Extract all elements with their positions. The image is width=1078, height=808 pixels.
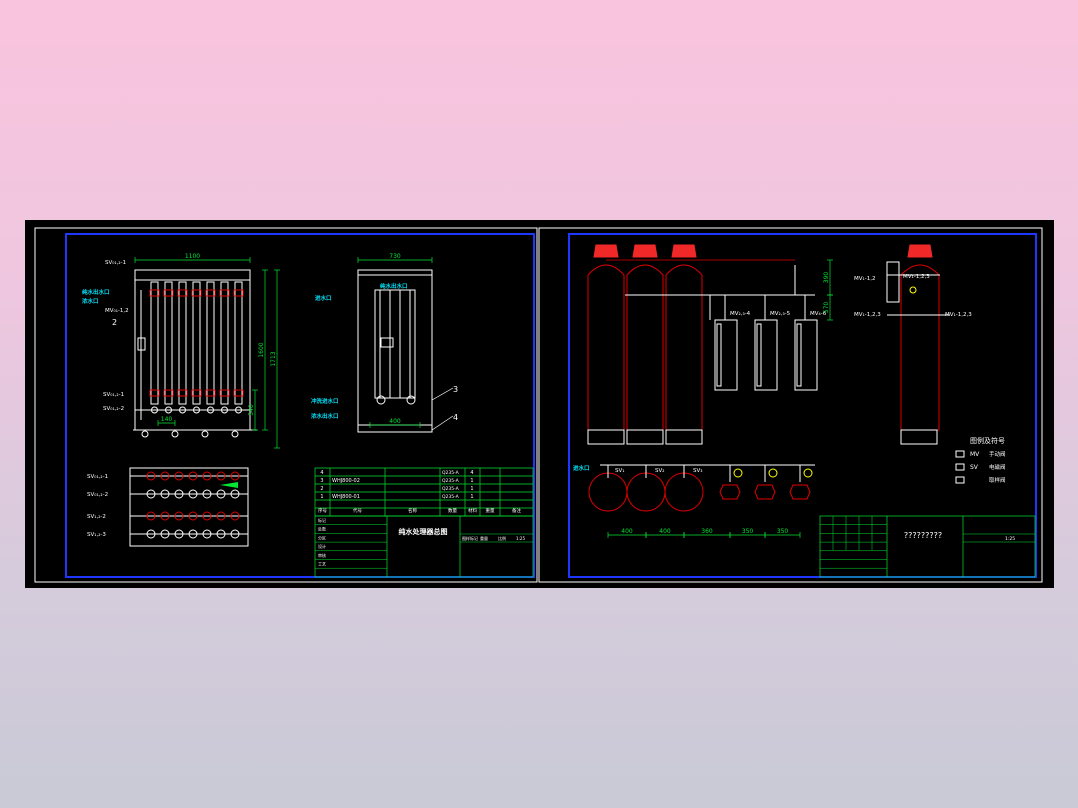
outlet-top-label: 纯水出水口	[380, 282, 408, 290]
drain-label: 浓水口	[82, 297, 99, 305]
right-scale: 1:25	[1005, 536, 1015, 542]
plan-inlet-label: 进水口	[573, 464, 590, 472]
legend-text: 电磁阀	[989, 463, 1006, 471]
side-mv-label: MV₁-1,2,3	[903, 274, 930, 280]
plan-label: SV₀₁,₂-2	[87, 492, 108, 498]
row-no: 1	[320, 494, 323, 500]
legend-title: 图例及符号	[970, 436, 1005, 445]
plan-sv3: SV₃	[693, 468, 702, 474]
dim-width: 1100	[185, 253, 200, 260]
dim-total-height: 1713	[270, 351, 277, 366]
row-material: Q235-A	[442, 494, 460, 500]
vessel-cap	[593, 244, 619, 258]
plan-label: SV₁,₂-3	[87, 532, 106, 538]
dim-side-base: 400	[389, 418, 401, 425]
row-code: WHJ800-02	[332, 478, 360, 484]
callout-2: 2	[112, 318, 117, 327]
title-cell: 1:25	[516, 536, 525, 541]
row-qty: 1	[470, 478, 473, 484]
sign-cell: 分区	[318, 534, 326, 540]
drain-out-label: 浓水出水口	[311, 412, 339, 420]
row-material: Q235-A	[442, 478, 460, 484]
plan-sv2: SV₂	[655, 468, 664, 474]
sv-top-label: SV₀₁,₂-1	[105, 260, 126, 266]
plan-dim: 350	[777, 528, 789, 535]
vessel-cap	[671, 244, 697, 258]
vessel-cap	[632, 244, 658, 258]
row-code: WHJ800-01	[332, 494, 360, 500]
row-no: 4	[320, 470, 323, 476]
side-mv-label: MV₁-1,2,3	[945, 312, 972, 318]
legend-code: SV	[970, 464, 979, 471]
outlet-label: 纯水出水口	[82, 288, 110, 296]
row-qty: 1	[470, 486, 473, 492]
dim-390: 390	[823, 272, 830, 284]
plan-dim: 350	[742, 528, 754, 535]
inlet-label: 进水口	[315, 294, 332, 302]
side-mv-label: MV₁-1,2	[854, 276, 875, 282]
sign-cell: 工艺	[318, 562, 326, 567]
side-cap	[907, 244, 933, 258]
row-qty: 1	[470, 494, 473, 500]
mv-elev-label: MV₂,₃-5	[770, 311, 791, 317]
plan-label: SV₁,₂-2	[87, 514, 106, 520]
sign-cell: 处数	[318, 526, 326, 532]
title-cell: 重量	[480, 535, 488, 541]
mv-elev-label: MV₂,₃-4	[730, 311, 751, 317]
plan-dim: 400	[659, 528, 671, 535]
table-header: 备注	[512, 507, 521, 514]
table-header: 材料	[468, 507, 477, 514]
sign-cell: 设计	[318, 543, 326, 549]
dim-spacing: 140	[161, 416, 173, 423]
table-header: 名称	[408, 507, 417, 514]
dim-height: 1600	[258, 342, 265, 357]
table-header: 重量	[486, 507, 495, 514]
row-no: 3	[320, 478, 323, 484]
cad-drawing-canvas: 110016001713540140SV₀₁,₂-1纯水出水口浓水口MV₀₁-1…	[25, 220, 1054, 588]
row-no: 2	[320, 486, 323, 492]
title-cell: 比例	[498, 535, 506, 541]
dim-lower: 540	[248, 404, 255, 416]
plan-sv1: SV₁	[615, 468, 624, 474]
drawing-title: 纯水处理器总图	[399, 527, 448, 536]
plan-label: SV₀₁,₂-1	[87, 474, 108, 480]
plan-dim: 400	[621, 528, 633, 535]
side-mv-label: MV₁-1,2,3	[854, 312, 881, 318]
callout-3: 3	[453, 385, 458, 394]
legend-text: 取样阀	[989, 476, 1006, 484]
legend-code: MV	[970, 451, 980, 458]
row-qty: 4	[470, 470, 473, 476]
flush-label: 冲洗进水口	[311, 397, 339, 405]
row-material: Q235-A	[442, 486, 460, 492]
title-cell: 图样标记	[462, 535, 478, 541]
right-drawing-title: ?????????	[904, 531, 942, 540]
dim-570: 570	[823, 302, 830, 314]
row-material: Q235-A	[442, 470, 460, 476]
sign-cell: 标记	[318, 517, 326, 523]
legend-text: 手动阀	[989, 450, 1006, 458]
table-header: 序号	[318, 507, 327, 514]
sv-mid2-label: SV₀₁,₂-2	[103, 406, 124, 412]
callout-4: 4	[453, 413, 458, 422]
table-header: 代号	[353, 507, 362, 514]
table-header: 数量	[448, 507, 457, 514]
mv-label: MV₀₁-1,2	[105, 308, 129, 314]
sign-cell: 审核	[318, 552, 326, 558]
sv-mid-label: SV₀₁,₂-1	[103, 392, 124, 398]
plan-dim: 360	[701, 528, 713, 535]
dim-side-width: 730	[389, 253, 401, 260]
